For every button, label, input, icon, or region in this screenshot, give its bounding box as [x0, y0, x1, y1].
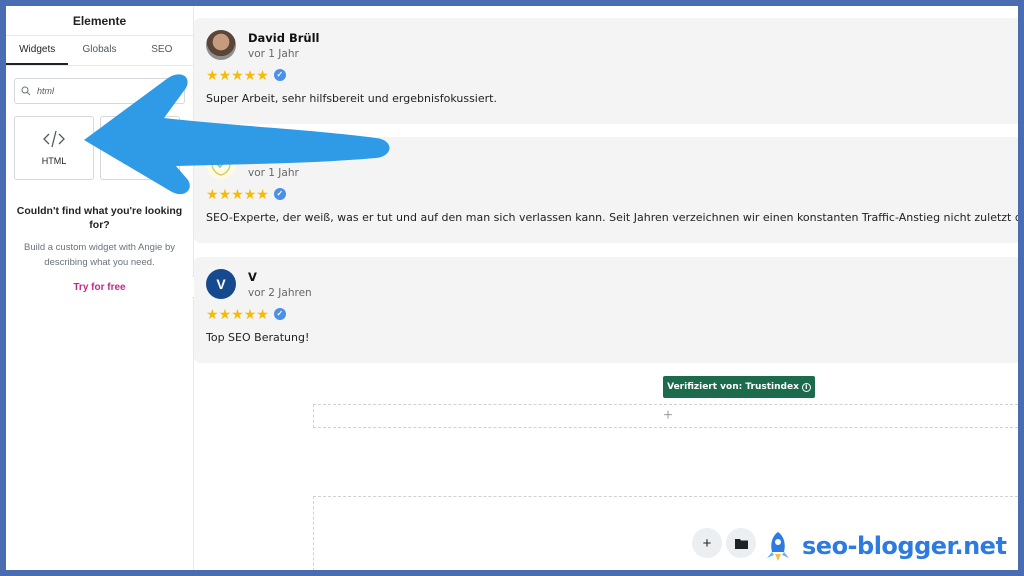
star-icon: ★	[218, 186, 232, 202]
try-for-free-link[interactable]: Try for free	[73, 282, 125, 293]
svg-text:T: T	[136, 133, 145, 148]
reviewer-name: V	[248, 269, 257, 284]
panel-title: Elemente	[6, 6, 193, 36]
star-icon: ★	[243, 67, 257, 83]
star-icon: ★	[243, 306, 257, 322]
panel-tabs: Widgets Globals SEO	[6, 36, 193, 66]
code-icon	[43, 130, 65, 148]
star-icon: ★	[206, 306, 219, 322]
verified-label: Verifiziert von: Trustindex	[667, 382, 799, 392]
plus-icon: +	[663, 407, 673, 424]
add-section-button[interactable]: +	[313, 404, 1018, 428]
reviewer-name: David Brüll	[248, 30, 320, 45]
review-card: David Brüll vor 1 Jahr ★ ★ ★ ★ ★ ✓ Super Arb…	[194, 18, 1018, 124]
star-icon: ★	[256, 186, 269, 202]
help-box: Couldn't find what you're looking for? B…	[6, 204, 193, 295]
brand-name: seo-blogger.net	[802, 532, 1007, 560]
widget-heading[interactable]: T Heading	[100, 116, 180, 180]
help-title: Couldn't find what you're looking for?	[16, 205, 183, 231]
heading-icon: T	[136, 133, 145, 148]
template-library-button[interactable]	[726, 528, 756, 558]
star-rating: ★ ★ ★ ★ ★ ✓	[206, 187, 1012, 201]
info-icon: i	[801, 382, 811, 392]
star-icon: ★	[206, 67, 219, 83]
editor-canvas: David Brüll vor 1 Jahr ★ ★ ★ ★ ★ ✓ Super Arb…	[194, 6, 1018, 570]
trustindex-verified-badge[interactable]: Verifiziert von: Trustindex i	[663, 376, 815, 398]
star-icon: ★	[231, 306, 244, 322]
help-description: Build a custom widget with Angie by desc…	[23, 242, 176, 268]
star-icon: ★	[231, 186, 244, 202]
review-card: V V vor 2 Jahren ★ ★ ★ ★ ★ ✓ Top SEO Beratun…	[194, 257, 1018, 363]
verified-icon: ✓	[273, 69, 286, 81]
tab-globals[interactable]: Globals	[68, 36, 130, 65]
verified-icon: ✓	[273, 308, 286, 320]
add-element-button[interactable]: +	[692, 528, 722, 558]
shield-icon	[211, 152, 231, 176]
review-date: vor 1 Jahr	[248, 166, 299, 179]
star-icon: ★	[256, 306, 269, 322]
tab-seo[interactable]: SEO	[131, 36, 193, 65]
elements-panel: Elemente Widgets Globals SEO HTML	[6, 6, 194, 570]
screen-frame: Elemente Widgets Globals SEO HTML	[6, 6, 1018, 570]
star-rating: ★ ★ ★ ★ ★ ✓	[206, 68, 1012, 82]
star-icon: ★	[231, 67, 244, 83]
folder-icon	[734, 538, 748, 549]
avatar: V	[206, 269, 236, 299]
review-text: Super Arbeit, sehr hilfsbereit und ergeb…	[206, 92, 497, 105]
widget-heading-label: Heading	[123, 156, 157, 166]
star-icon: ★	[218, 67, 232, 83]
plus-icon: +	[702, 534, 712, 552]
review-text: Top SEO Beratung!	[206, 331, 310, 344]
avatar	[206, 30, 236, 60]
widget-grid: HTML T Heading	[14, 116, 185, 180]
widget-html[interactable]: HTML	[14, 116, 94, 180]
review-date: vor 1 Jahr	[248, 47, 299, 60]
widget-search[interactable]	[14, 78, 185, 104]
reviewer-name: Dirk	[248, 149, 275, 164]
star-icon: ★	[243, 186, 257, 202]
search-input[interactable]	[37, 86, 167, 96]
search-icon	[21, 86, 31, 96]
verified-icon: ✓	[273, 188, 286, 200]
star-icon: ★	[218, 306, 232, 322]
review-card: Dirk vor 1 Jahr ★ ★ ★ ★ ★ ✓ SEO-Experte, der…	[194, 137, 1018, 243]
star-rating: ★ ★ ★ ★ ★ ✓	[206, 307, 1012, 321]
star-icon: ★	[206, 186, 219, 202]
tab-widgets[interactable]: Widgets	[6, 36, 69, 65]
review-date: vor 2 Jahren	[248, 286, 312, 299]
review-text: SEO-Experte, der weiß, was er tut und au…	[206, 211, 1018, 224]
brand-watermark: seo-blogger.net	[762, 530, 1007, 562]
rocket-logo-icon	[767, 532, 789, 561]
avatar	[206, 149, 236, 179]
star-icon: ★	[256, 67, 269, 83]
widget-html-label: HTML	[41, 156, 67, 166]
